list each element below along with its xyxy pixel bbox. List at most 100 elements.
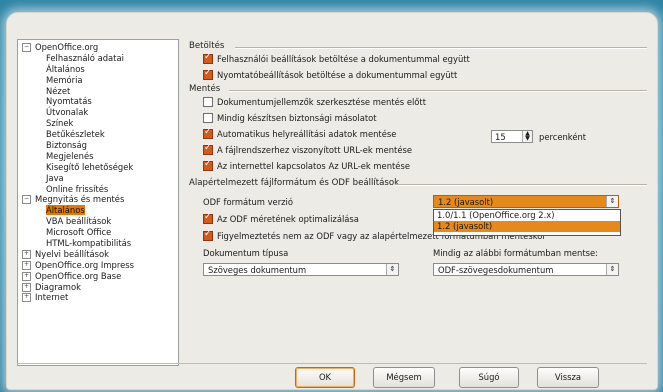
- back-button[interactable]: Vissza: [537, 367, 599, 388]
- tree-item[interactable]: HTML-kompatibilitás: [18, 238, 178, 249]
- tree-item[interactable]: Memória: [18, 75, 178, 86]
- settings-panel: Betöltés Felhasználói beállítások betölt…: [189, 41, 649, 361]
- tree-item[interactable]: Nézet: [18, 86, 178, 97]
- tree-item-label: Általános: [46, 63, 85, 74]
- tree-item[interactable]: + Nyelvi beállítások: [18, 249, 178, 260]
- expand-icon[interactable]: +: [22, 271, 31, 281]
- odf-version-select[interactable]: 1.2 (javasolt) ⇕: [433, 195, 619, 208]
- checkbox-icon[interactable]: [203, 127, 213, 139]
- tree-item[interactable]: Színek: [18, 118, 178, 129]
- tree-item[interactable]: Java: [18, 173, 178, 184]
- section-load-title: Betöltés: [189, 41, 225, 51]
- checkbox-autorecovery[interactable]: Automatikus helyreállítási adatok mentés…: [203, 127, 396, 140]
- checkbox-icon[interactable]: [203, 229, 213, 241]
- tree-item-label: Biztonság: [46, 140, 87, 151]
- expand-icon[interactable]: +: [22, 282, 31, 292]
- section-load-separator: [235, 47, 647, 49]
- tree-item-selected[interactable]: Általános: [18, 205, 178, 216]
- tree-item[interactable]: Betűkészletek: [18, 129, 178, 140]
- checkbox-icon[interactable]: [203, 212, 213, 224]
- tree-item-label: Nézet: [46, 85, 71, 96]
- tree-item[interactable]: Biztonság: [18, 140, 178, 151]
- tree-item-label: Felhasználó adatai: [46, 52, 124, 63]
- dropdown-option-selected[interactable]: 1.2 (javasolt): [434, 221, 620, 232]
- section-default-format-title: Alapértelmezett fájlformátum és ODF beál…: [189, 178, 400, 188]
- doc-type-select[interactable]: Szöveges dokumentum ⇕: [203, 263, 399, 276]
- tree-item-label: Színek: [46, 118, 74, 129]
- select-value: 1.2 (javasolt): [438, 197, 494, 207]
- tree-item-label: Java: [46, 172, 64, 183]
- checkbox-label: A fájlrendszerhez viszonyított URL-ek me…: [217, 145, 413, 155]
- tree-item[interactable]: − OpenOffice.org: [18, 42, 178, 53]
- tree-item-label: HTML-kompatibilitás: [46, 238, 132, 249]
- checkbox-url-filesystem[interactable]: A fájlrendszerhez viszonyított URL-ek me…: [203, 143, 413, 156]
- select-value: ODF-szövegesdokumentum: [438, 265, 554, 275]
- autorecovery-minutes-spinner[interactable]: 15 ▲ ▼: [491, 130, 533, 143]
- expand-icon[interactable]: +: [22, 260, 31, 270]
- ok-button[interactable]: OK: [295, 367, 355, 388]
- checkbox-icon[interactable]: [203, 159, 213, 171]
- chevron-down-icon[interactable]: ⇕: [606, 264, 618, 275]
- tree-item-label: Microsoft Office: [46, 227, 112, 238]
- tree-item[interactable]: − Megnyitás és mentés: [18, 194, 178, 205]
- checkbox-icon[interactable]: [203, 68, 213, 80]
- expand-icon[interactable]: +: [22, 293, 31, 303]
- checkbox-icon[interactable]: [203, 52, 213, 64]
- tree-item-label: OpenOffice.org Base: [35, 270, 122, 281]
- odf-version-dropdown-list[interactable]: 1.0/1.1 (OpenOffice.org 2.x) 1.2 (javaso…: [433, 209, 621, 236]
- cancel-button[interactable]: Mégsem: [373, 367, 435, 388]
- checkbox-label: Felhasználói beállítások betöltése a dok…: [217, 54, 470, 64]
- tree-item[interactable]: Microsoft Office: [18, 227, 178, 238]
- tree-item-label: Betűkészletek: [46, 129, 105, 140]
- tree-item[interactable]: + Internet: [18, 292, 178, 303]
- collapse-icon[interactable]: −: [22, 195, 31, 205]
- tree-item-label: Internet: [35, 292, 69, 303]
- dropdown-option[interactable]: 1.0/1.1 (OpenOffice.org 2.x): [434, 210, 620, 221]
- tree-item-label: Útvonalak: [46, 107, 89, 118]
- doc-type-label: Dokumentum típusa: [203, 248, 289, 258]
- collapse-icon[interactable]: −: [22, 43, 31, 52]
- always-save-label: Mindig az alábbi formátumban mentse:: [433, 248, 598, 258]
- help-button[interactable]: Súgó: [459, 367, 519, 388]
- tree-item[interactable]: + OpenOffice.org Base: [18, 271, 178, 282]
- checkbox-load-user-settings[interactable]: Felhasználói beállítások betöltése a dok…: [203, 52, 470, 65]
- tree-item-label: Online frissítés: [46, 183, 109, 194]
- tree-item-label: Általános: [46, 205, 85, 216]
- checkbox-url-internet[interactable]: Az internettel kapcsolatos Az URL-ek men…: [203, 159, 410, 172]
- tree-item[interactable]: Felhasználó adatai: [18, 53, 178, 64]
- tree-item-label: Memória: [46, 74, 83, 85]
- select-value: Szöveges dokumentum: [208, 265, 307, 275]
- tree-item-label: Megnyitás és mentés: [35, 194, 125, 205]
- tree-item-label: Nyomtatás: [46, 96, 92, 107]
- tree-item-label: Diagramok: [35, 281, 81, 292]
- tree-item[interactable]: + OpenOffice.org Impress: [18, 260, 178, 271]
- checkbox-icon[interactable]: [203, 96, 213, 107]
- tree-item[interactable]: Nyomtatás: [18, 96, 178, 107]
- checkbox-always-backup[interactable]: Mindig készítsen biztonsági másolatot: [203, 112, 377, 124]
- always-save-select[interactable]: ODF-szövegesdokumentum ⇕: [433, 263, 619, 276]
- tree-item-label: Kisegítő lehetőségek: [46, 161, 134, 172]
- tree-item[interactable]: Online frissítés: [18, 184, 178, 195]
- tree-item[interactable]: Útvonalak: [18, 107, 178, 118]
- checkbox-load-printer-settings[interactable]: Nyomtatóbeállítások betöltése a dokument…: [203, 68, 457, 81]
- checkbox-icon[interactable]: [203, 143, 213, 155]
- expand-icon[interactable]: +: [22, 249, 31, 259]
- spinner-arrows-icon[interactable]: ▲ ▼: [522, 131, 532, 142]
- checkbox-label: Dokumentumjellemzők szerkesztése mentés …: [217, 97, 427, 107]
- tree-item-label: OpenOffice.org: [35, 42, 99, 52]
- minutes-label: percenként: [539, 132, 587, 142]
- tree-item[interactable]: VBA beállítások: [18, 216, 178, 227]
- options-tree[interactable]: − OpenOffice.org Felhasználó adatai Általán…: [17, 39, 179, 366]
- tree-item-label: Megjelenés: [46, 150, 94, 161]
- tree-item-label: VBA beállítások: [46, 216, 112, 227]
- tree-item[interactable]: Megjelenés: [18, 151, 178, 162]
- chevron-down-icon[interactable]: ⇕: [386, 264, 398, 275]
- tree-item[interactable]: Kisegítő lehetőségek: [18, 162, 178, 173]
- checkbox-optimize-odf[interactable]: Az ODF méretének optimalizálása: [203, 212, 359, 225]
- section-default-format-separator: [395, 184, 647, 186]
- chevron-down-icon[interactable]: ⇕: [606, 196, 618, 207]
- tree-item[interactable]: Általános: [18, 64, 178, 75]
- checkbox-edit-properties[interactable]: Dokumentumjellemzők szerkesztése mentés …: [203, 96, 427, 108]
- checkbox-icon[interactable]: [203, 112, 213, 123]
- tree-item[interactable]: + Diagramok: [18, 282, 178, 293]
